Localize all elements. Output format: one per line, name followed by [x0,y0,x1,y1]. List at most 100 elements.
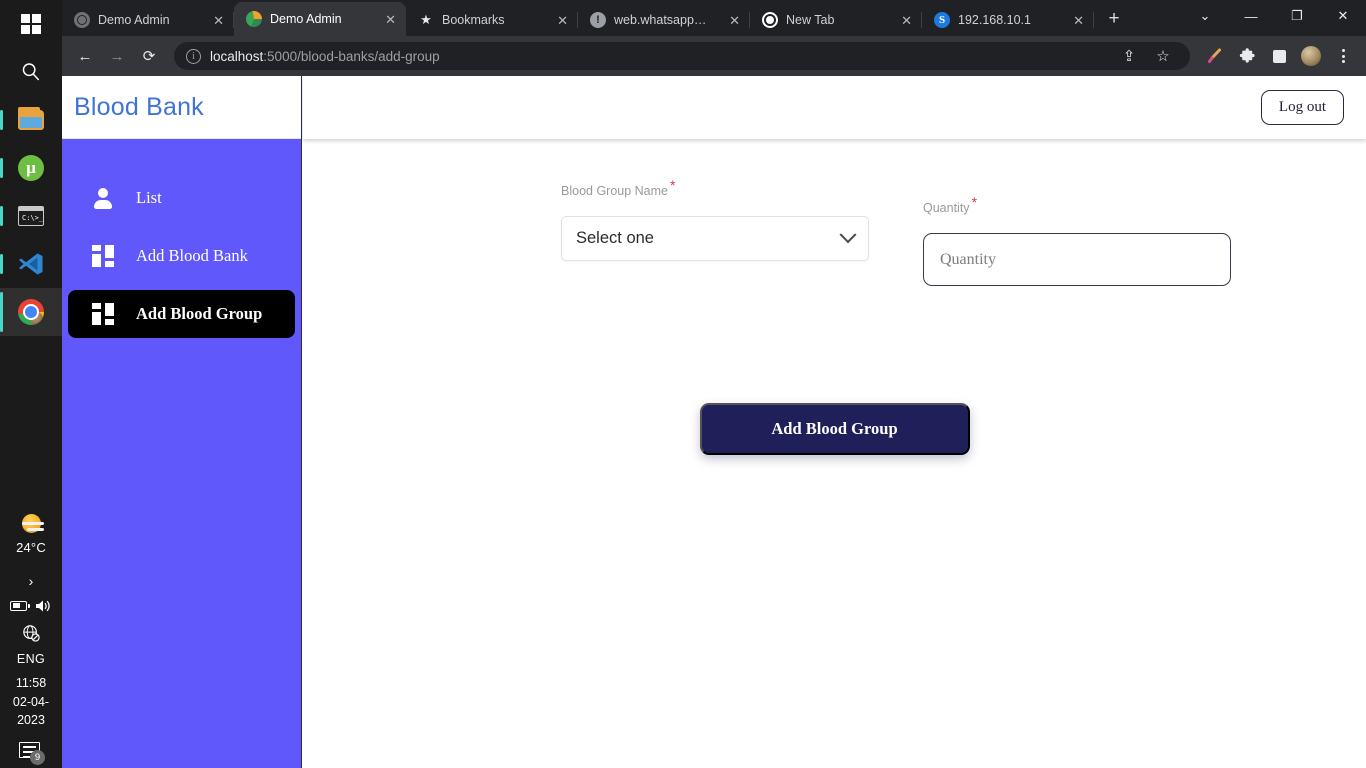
blood-group-label: Blood Group Name * [561,177,869,198]
browser-tab-3[interactable]: ★ Bookmarks ✕ [406,4,578,36]
close-tab-icon[interactable]: ✕ [889,14,912,27]
submit-row: Add Blood Group [303,403,1366,455]
main-content: Log out Blood Group Name * Select one Qu… [303,76,1366,768]
blood-group-field: Blood Group Name * Select one [561,177,869,262]
close-tab-icon[interactable]: ✕ [1061,14,1084,27]
terminal-icon: C:\>_ [18,206,44,226]
clock-time: 11:58 [15,675,47,690]
vscode-icon [19,253,43,275]
close-tab-icon[interactable]: ✕ [373,13,396,26]
battery-and-volume[interactable] [10,598,52,614]
tab-title: 192.168.10.1 [958,13,1031,27]
speaker-icon [36,600,50,612]
sidebar-item-label: Add Blood Group [136,304,263,323]
chevron-down-icon [839,225,857,243]
utorrent-icon: µ [18,155,44,181]
tab-title: Bookmarks [442,13,505,27]
utorrent-button[interactable]: µ [0,144,62,192]
browser-tab-2-active[interactable]: Demo Admin ✕ [234,2,406,36]
minimize-button[interactable]: — [1228,0,1274,32]
clock[interactable]: 11:58 02-04-2023 [0,674,62,730]
clock-date: 02-04-2023 [12,694,50,728]
weather-widget[interactable]: 24°C [16,513,46,555]
browser-tab-6[interactable]: S 192.168.10.1 ✕ [922,4,1094,36]
profile-button[interactable] [1296,41,1326,71]
extensions-button[interactable] [1232,41,1262,71]
chevron-right-icon: › [28,572,34,589]
chrome-taskbar-button[interactable] [0,288,62,336]
sidebar-item-add-blood-bank[interactable]: Add Blood Bank [68,232,295,280]
side-panel-button[interactable] [1264,41,1294,71]
bookmark-star-icon[interactable]: ☆ [1148,41,1178,71]
chrome-menu-button[interactable] [1328,41,1358,71]
forward-button[interactable]: → [102,41,132,71]
folder-icon [18,107,44,130]
temperature-label: 24°C [16,539,46,555]
sidebar-nav: List Add Blood Bank Add Blood Group [62,139,301,338]
eyedropper-extension-button[interactable] [1200,41,1230,71]
blood-group-label-text: Blood Group Name [561,184,669,199]
web-page: Blood Bank List Add Blood Bank Add Blood… [62,76,1366,768]
start-button[interactable] [0,0,62,48]
sidebar-item-add-blood-group[interactable]: Add Blood Group [68,290,295,338]
quantity-label-text: Quantity [923,201,970,216]
windows-logo-icon [21,14,41,34]
required-asterisk: * [971,194,978,210]
close-tab-icon[interactable]: ✕ [201,14,224,27]
address-bar[interactable]: i localhost:5000/blood-banks/add-group ⇪… [174,42,1190,70]
grid-icon [92,245,114,267]
address-bar-url: localhost:5000/blood-banks/add-group [210,49,440,64]
demo-admin-icon [246,11,262,27]
logout-button[interactable]: Log out [1260,90,1344,125]
close-tab-icon[interactable]: ✕ [717,14,740,27]
windows-taskbar: µ C:\>_ 24°C › ENG 11:58 02-04-2023 9 [0,0,62,768]
eyedropper-icon [1208,48,1221,63]
tab-title: New Tab [786,13,835,27]
tab-search-button[interactable]: ⌄ [1182,0,1228,32]
sidebar-item-label: List [136,188,162,207]
terminal-button[interactable]: C:\>_ [0,192,62,240]
site-info-icon[interactable]: i [186,48,201,64]
quantity-label: Quantity * [923,194,1231,215]
globe-icon [74,12,90,28]
tab-title: Demo Admin [270,12,342,26]
profile-avatar [1301,46,1321,66]
side-panel-icon [1272,49,1286,63]
blood-group-select[interactable]: Select one [561,216,869,262]
url-host: localhost [210,48,264,64]
grid-icon [92,303,114,325]
battery-icon [10,600,30,611]
three-dot-menu-icon [1341,49,1345,63]
vs-code-button[interactable] [0,240,62,288]
maximize-button[interactable]: ❐ [1274,0,1320,32]
window-controls: ⌄ — ❐ ✕ [1182,0,1366,36]
globe-no-internet-icon [23,624,40,642]
taskbar-search-button[interactable] [0,48,62,96]
add-blood-group-button[interactable]: Add Blood Group [699,403,970,455]
file-explorer-button[interactable] [0,96,62,144]
required-asterisk: * [670,177,676,193]
share-icon[interactable]: ⇪ [1114,41,1144,71]
language-indicator[interactable]: ENG [17,652,45,666]
notification-center-button[interactable]: 9 [18,740,45,765]
omnibox-actions: ⇪ ☆ [1114,41,1178,71]
close-tab-icon[interactable]: ✕ [545,14,568,27]
close-window-button[interactable]: ✕ [1320,0,1366,32]
browser-tab-1[interactable]: Demo Admin ✕ [62,4,234,36]
reload-button[interactable]: ⟳ [134,41,164,71]
quantity-field: Quantity * Quantity [923,194,1231,287]
quantity-input[interactable]: Quantity [923,233,1231,287]
show-hidden-icons-button[interactable]: › [29,574,34,588]
brand-header: Blood Bank [62,76,301,139]
browser-tab-5[interactable]: New Tab ✕ [750,4,922,36]
back-button[interactable]: ← [70,41,100,71]
network-status-button[interactable] [22,624,40,642]
new-tab-button[interactable]: + [1100,5,1128,33]
screen: µ C:\>_ 24°C › ENG 11:58 02-04-2023 9 De… [0,0,1366,768]
chrome-icon [762,12,778,28]
brand-title: Blood Bank [74,92,204,121]
sidebar-item-list[interactable]: List [68,174,295,222]
add-blood-group-form: Blood Group Name * Select one Quantity * Q… [303,139,1366,455]
browser-toolbar: ← → ⟳ i localhost:5000/blood-banks/add-g… [62,36,1366,76]
browser-tab-4[interactable]: ! web.whatsapp.com ✕ [578,4,750,36]
